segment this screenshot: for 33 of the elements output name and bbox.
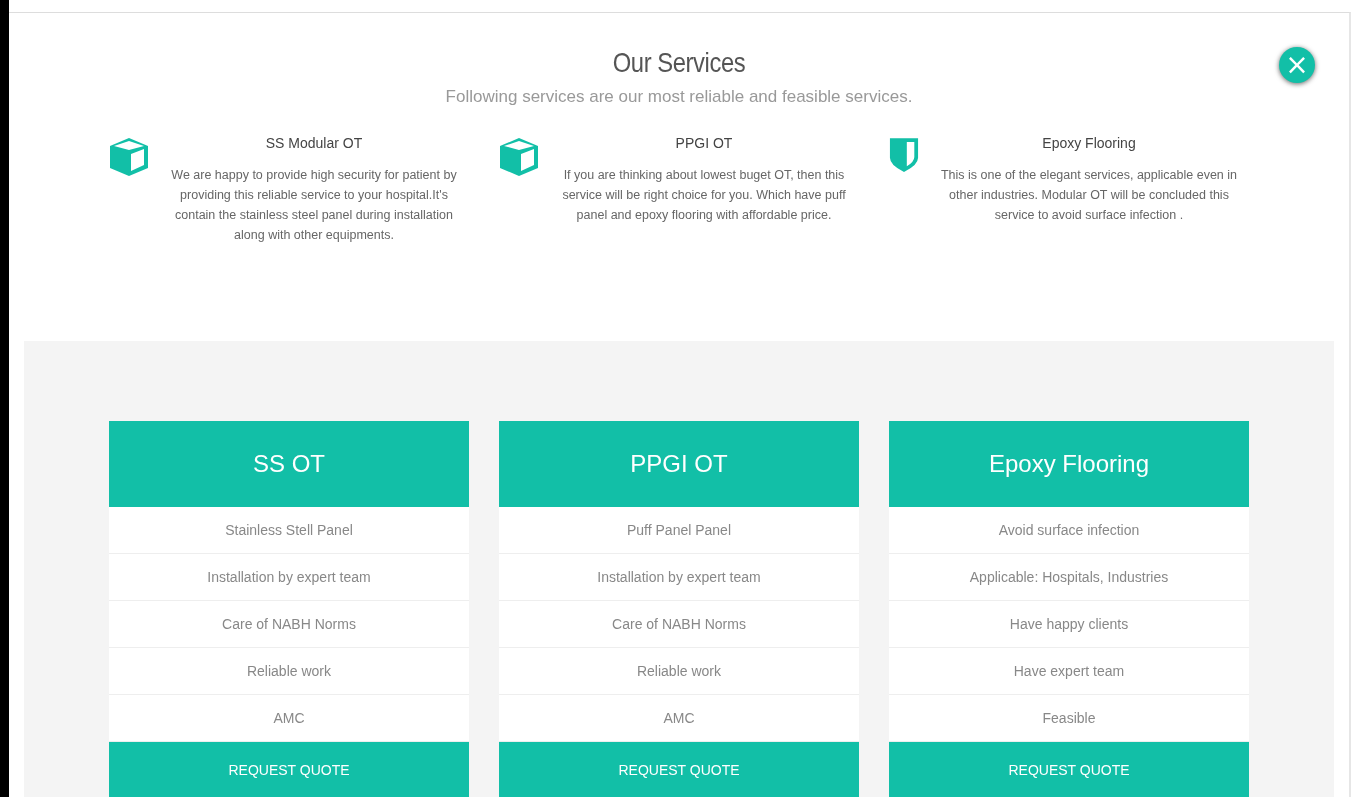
plan-feature: Have expert team [889,648,1249,695]
section-title: Our Services [611,47,747,79]
request-quote-button[interactable]: REQUEST QUOTE [889,742,1249,797]
service-title: Epoxy Flooring [1041,135,1137,151]
plan-feature: Avoid surface infection [889,507,1249,554]
plan-feature: Puff Panel Panel [499,507,859,554]
plan-feature: Installation by expert team [109,554,469,601]
plan-feature: AMC [109,695,469,742]
plan-feature: Stainless Stell Panel [109,507,469,554]
service-title: SS Modular OT [264,135,364,151]
plan-title: PPGI OT [630,450,728,478]
plan-feature: Reliable work [109,648,469,695]
shield-icon [889,137,919,173]
cube-icon [109,137,149,177]
plan-feature: Care of NABH Norms [109,601,469,648]
plan-title: SS OT [253,450,325,478]
plan-feature: AMC [499,695,859,742]
request-quote-button[interactable]: REQUEST QUOTE [109,742,469,797]
service-description: We are happy to provide high security for patient by providing this reliable service to your hospital.It's contain the stainless steel panel during installation along with other equipments. [170,167,458,244]
section-subtitle: Following services are our most reliable and feasible services. [444,87,914,107]
plan-feature: Have happy clients [889,601,1249,648]
plan-feature: Feasible [889,695,1249,742]
service-description: This is one of the elegant services, applicable even in other industries. Modular OT will be concluded this service to avoid surface infection . [940,167,1238,224]
close-button[interactable]: × [1279,47,1315,83]
plan-feature: Care of NABH Norms [499,601,859,648]
plan-feature: Reliable work [499,648,859,695]
service-title: PPGI OT [674,135,734,151]
plan-title: Epoxy Flooring [988,450,1150,478]
cube-icon [499,137,539,177]
plan-feature: Installation by expert team [499,554,859,601]
service-description: If you are thinking about lowest buget OT, then this service will be right choice for you. Which have puff panel and epoxy flooring with affordable price. [561,167,847,224]
plan-feature: Applicable: Hospitals, Industries [889,554,1249,601]
request-quote-button[interactable]: REQUEST QUOTE [499,742,859,797]
